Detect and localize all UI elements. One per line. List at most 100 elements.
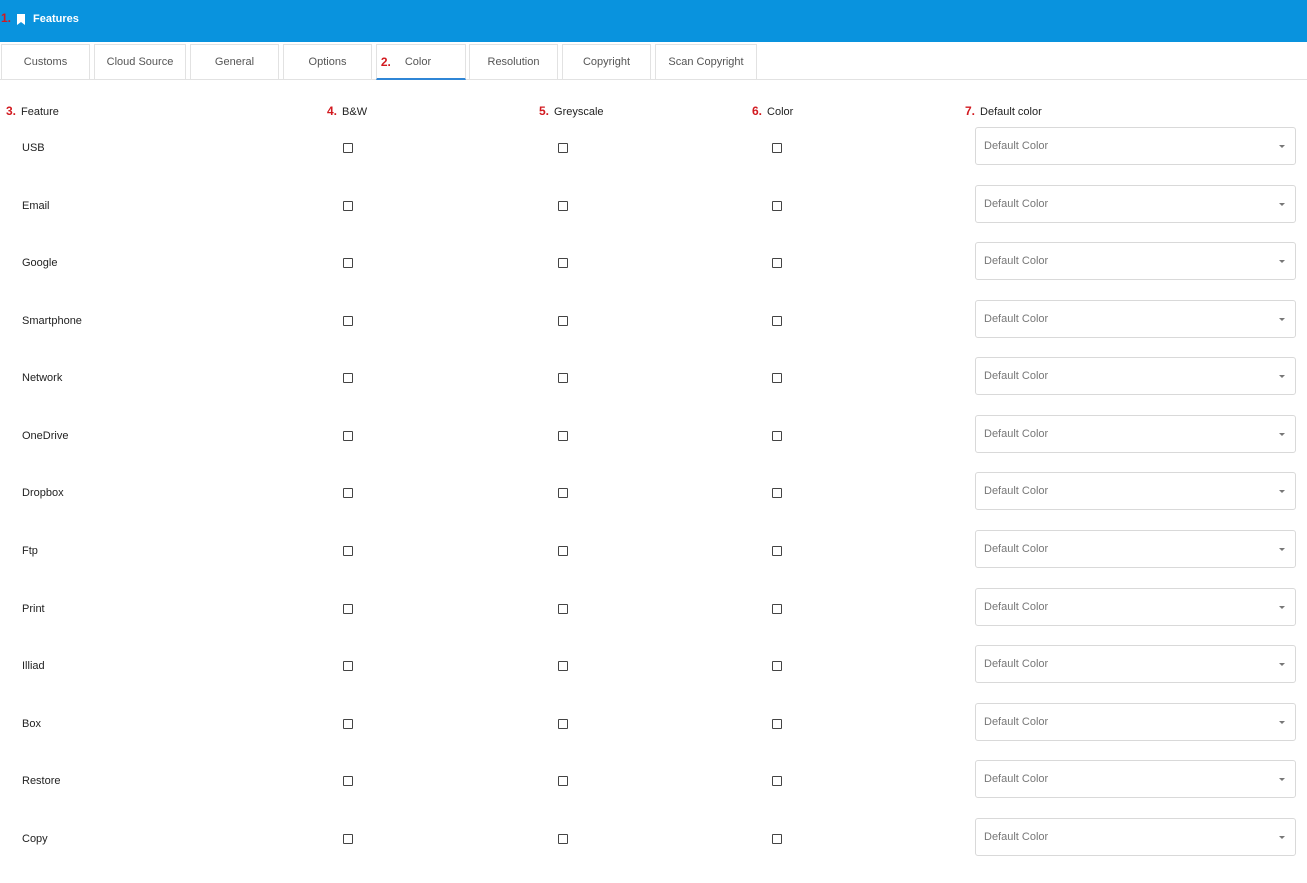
annotation-marker: 5. [539,104,550,118]
table-row: Copy Default Color [0,818,1307,873]
bw-checkbox[interactable] [343,488,353,498]
color-checkbox[interactable] [772,201,782,211]
select-value: Default Color [984,198,1049,210]
select-value: Default Color [984,485,1049,497]
tab-label: Scan Copyright [668,56,744,68]
default-color-select[interactable]: Default Color [975,127,1296,165]
color-checkbox[interactable] [772,316,782,326]
tab-options[interactable]: Options [283,44,372,79]
caret-down-icon [1279,606,1285,609]
bw-checkbox[interactable] [343,201,353,211]
color-checkbox[interactable] [772,834,782,844]
default-color-select[interactable]: Default Color [975,185,1296,223]
feature-name: OneDrive [22,430,69,442]
feature-name: Print [22,603,45,615]
feature-name: USB [22,142,45,154]
tab-label: General [214,56,255,68]
default-color-select[interactable]: Default Color [975,818,1296,856]
caret-down-icon [1279,145,1285,148]
tab-resolution[interactable]: Resolution [469,44,558,79]
caret-down-icon [1279,318,1285,321]
color-checkbox[interactable] [772,373,782,383]
bw-checkbox[interactable] [343,719,353,729]
bw-checkbox[interactable] [343,373,353,383]
annotation-marker: 2. [380,54,391,69]
color-checkbox[interactable] [772,776,782,786]
feature-name: Email [22,200,50,212]
tab-label: Color [404,55,432,68]
bw-checkbox[interactable] [343,316,353,326]
color-checkbox[interactable] [772,431,782,441]
tab-scan-copyright[interactable]: Scan Copyright [655,44,757,79]
bw-checkbox[interactable] [343,143,353,153]
caret-down-icon [1279,663,1285,666]
table-row: Google Default Color [0,242,1307,297]
select-value: Default Color [984,370,1049,382]
color-checkbox[interactable] [772,546,782,556]
greyscale-checkbox[interactable] [558,143,568,153]
caret-down-icon [1279,778,1285,781]
color-checkbox[interactable] [772,719,782,729]
tab-general[interactable]: General [190,44,279,79]
table-row: OneDrive Default Color [0,415,1307,470]
greyscale-checkbox[interactable] [558,373,568,383]
greyscale-checkbox[interactable] [558,431,568,441]
feature-name: Ftp [22,545,38,557]
tab-label: Resolution [487,56,540,68]
tab-customs[interactable]: Customs [1,44,90,79]
greyscale-checkbox[interactable] [558,258,568,268]
color-checkbox[interactable] [772,488,782,498]
color-checkbox[interactable] [772,258,782,268]
greyscale-checkbox[interactable] [558,661,568,671]
tab-label: Copyright [582,56,631,68]
select-value: Default Color [984,428,1049,440]
feature-name: Smartphone [22,315,82,327]
bw-checkbox[interactable] [343,661,353,671]
default-color-select[interactable]: Default Color [975,415,1296,453]
select-value: Default Color [984,831,1049,843]
tab-cloud-source[interactable]: Cloud Source [94,44,186,79]
select-value: Default Color [984,140,1049,152]
tab-color[interactable]: 2. Color [376,44,466,80]
default-color-select[interactable]: Default Color [975,357,1296,395]
feature-name: Dropbox [22,487,64,499]
color-checkbox[interactable] [772,143,782,153]
bw-checkbox[interactable] [343,834,353,844]
greyscale-checkbox[interactable] [558,719,568,729]
greyscale-checkbox[interactable] [558,316,568,326]
default-color-select[interactable]: Default Color [975,300,1296,338]
default-color-select[interactable]: Default Color [975,703,1296,741]
table-row: Network Default Color [0,357,1307,412]
color-checkbox[interactable] [772,661,782,671]
greyscale-checkbox[interactable] [558,776,568,786]
greyscale-checkbox[interactable] [558,604,568,614]
bw-checkbox[interactable] [343,431,353,441]
annotation-marker: 1. [1,11,12,25]
default-color-select[interactable]: Default Color [975,588,1296,626]
tab-copyright[interactable]: Copyright [562,44,651,79]
greyscale-checkbox[interactable] [558,546,568,556]
default-color-select[interactable]: Default Color [975,242,1296,280]
greyscale-checkbox[interactable] [558,488,568,498]
greyscale-checkbox[interactable] [558,834,568,844]
caret-down-icon [1279,433,1285,436]
annotation-marker: 3. [6,104,17,118]
select-value: Default Color [984,716,1049,728]
annotation-marker: 6. [752,104,763,118]
annotation-marker: 7. [965,104,976,118]
default-color-select[interactable]: Default Color [975,645,1296,683]
color-checkbox[interactable] [772,604,782,614]
bw-checkbox[interactable] [343,258,353,268]
greyscale-checkbox[interactable] [558,201,568,211]
default-color-select[interactable]: Default Color [975,760,1296,798]
bw-checkbox[interactable] [343,546,353,556]
default-color-select[interactable]: Default Color [975,530,1296,568]
default-color-select[interactable]: Default Color [975,472,1296,510]
bw-checkbox[interactable] [343,604,353,614]
select-value: Default Color [984,255,1049,267]
bw-checkbox[interactable] [343,776,353,786]
caret-down-icon [1279,203,1285,206]
column-header-label: B&W [342,106,368,118]
column-header-bw: 4. B&W [327,104,367,118]
select-value: Default Color [984,313,1049,325]
